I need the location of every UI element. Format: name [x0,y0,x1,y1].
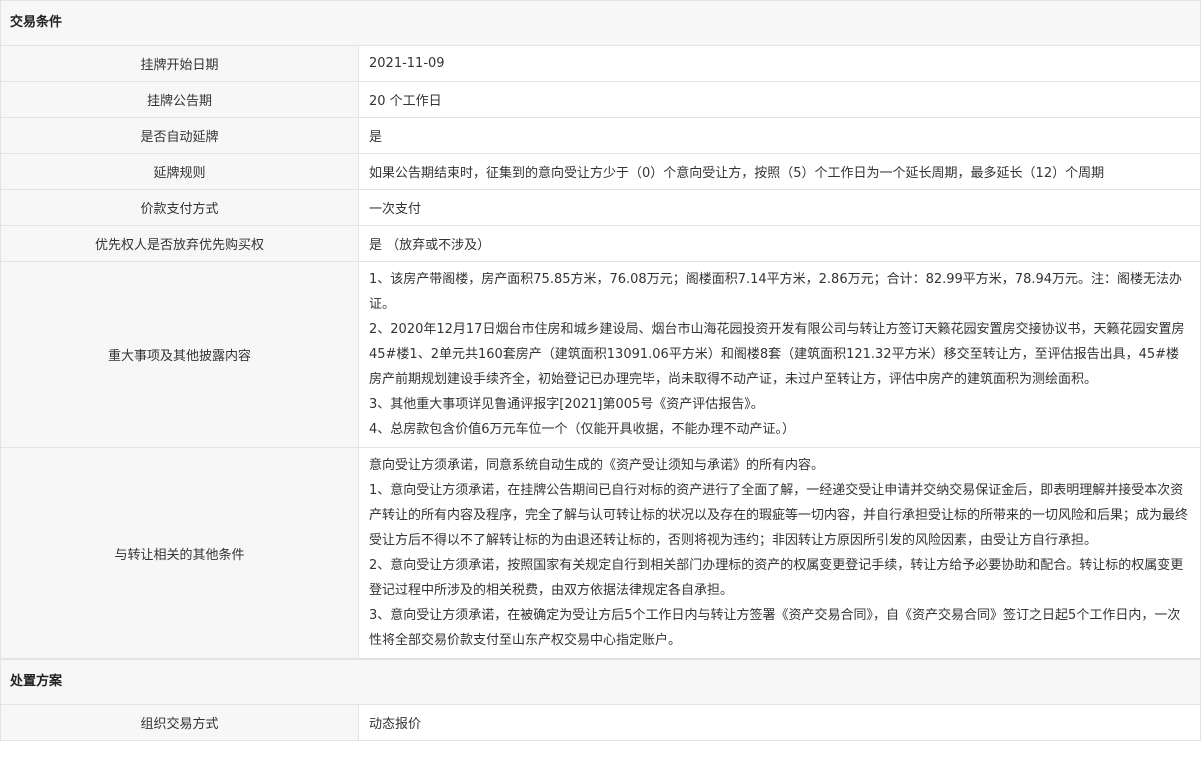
section-header-disposal-plan: 处置方案 [1,659,1200,705]
row-value: 是 [369,130,383,145]
transaction-details-table: 交易条件 挂牌开始日期 2021-11-09 挂牌公告期 20 个工作日 是否自… [0,0,1201,741]
disclosure-paragraph: 3、其他重大事项详见鲁通评报字[2021]第005号《资产评估报告》。 [369,397,764,412]
row-value: 1、该房产带阁楼，房产面积75.85方米，76.08万元；阁楼面积7.14平方米… [359,262,1200,447]
row-extension-rule: 延牌规则 如果公告期结束时，征集到的意向受让方少于（0）个意向受让方，按照（5）… [1,154,1200,190]
row-label: 与转让相关的其他条件 [1,448,359,658]
row-major-disclosures: 重大事项及其他披露内容 1、该房产带阁楼，房产面积75.85方米，76.08万元… [1,262,1200,448]
row-trade-organization-method: 组织交易方式 动态报价 [1,705,1200,741]
row-label: 价款支付方式 [1,190,359,225]
row-value: 2021-11-09 [369,56,445,71]
row-label: 是否自动延牌 [1,118,359,153]
section-header-trade-conditions: 交易条件 [1,0,1200,46]
row-value: 一次支付 [369,202,422,217]
row-value: 是 （放弃或不涉及） [369,238,491,253]
row-label: 挂牌开始日期 [1,46,359,81]
disclosure-paragraph: 2、2020年12月17日烟台市住房和城乡建设局、烟台市山海花园投资开发有限公司… [369,322,1185,387]
row-label: 挂牌公告期 [1,82,359,117]
row-announcement-period: 挂牌公告期 20 个工作日 [1,82,1200,118]
row-listing-start-date: 挂牌开始日期 2021-11-09 [1,46,1200,82]
condition-paragraph: 2、意向受让方须承诺，按照国家有关规定自行到相关部门办理标的资产的权属变更登记手… [369,558,1184,598]
disclosure-paragraph: 1、该房产带阁楼，房产面积75.85方米，76.08万元；阁楼面积7.14平方米… [369,272,1183,312]
row-value: 意向受让方须承诺，同意系统自动生成的《资产受让须知与承诺》的所有内容。 1、意向… [359,448,1200,658]
row-auto-extend: 是否自动延牌 是 [1,118,1200,154]
row-value: 20 个工作日 [369,94,442,109]
row-payment-method: 价款支付方式 一次支付 [1,190,1200,226]
condition-paragraph: 意向受让方须承诺，同意系统自动生成的《资产受让须知与承诺》的所有内容。 [369,458,825,473]
row-label: 优先权人是否放弃优先购买权 [1,226,359,261]
condition-paragraph: 3、意向受让方须承诺，在被确定为受让方后5个工作日内与转让方签署《资产交易合同》… [369,608,1181,648]
row-label: 重大事项及其他披露内容 [1,262,359,447]
row-other-conditions: 与转让相关的其他条件 意向受让方须承诺，同意系统自动生成的《资产受让须知与承诺》… [1,448,1200,659]
disclosure-paragraph: 4、总房款包含价值6万元车位一个（仅能开具收据，不能办理不动产证。） [369,422,796,437]
row-value: 如果公告期结束时，征集到的意向受让方少于（0）个意向受让方，按照（5）个工作日为… [369,166,1105,181]
row-label: 组织交易方式 [1,705,359,740]
row-label: 延牌规则 [1,154,359,189]
row-value: 动态报价 [369,717,422,732]
row-preemptive-right: 优先权人是否放弃优先购买权 是 （放弃或不涉及） [1,226,1200,262]
condition-paragraph: 1、意向受让方须承诺，在挂牌公告期间已自行对标的资产进行了全面了解，一经递交受让… [369,483,1189,548]
